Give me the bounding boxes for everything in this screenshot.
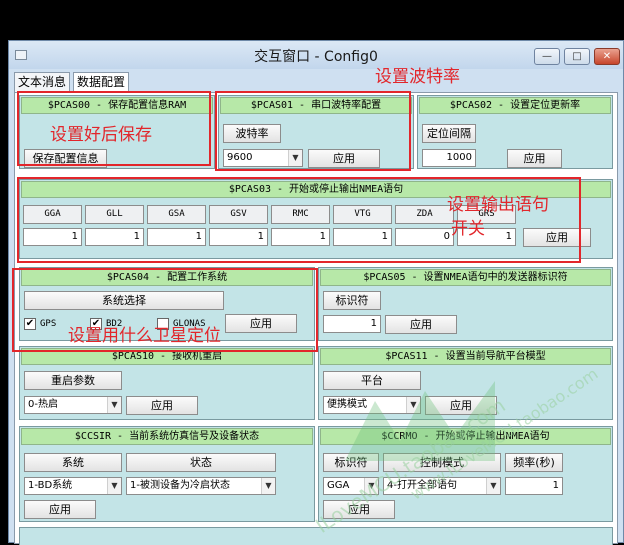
annotation-output-line1: 设置输出语句 xyxy=(447,195,549,215)
annotation-box-baud xyxy=(215,91,411,171)
frequency-input[interactable]: 1 xyxy=(505,477,563,495)
ccsir-apply-button[interactable]: 应用 xyxy=(24,500,96,519)
annotation-baud: 设置波特率 xyxy=(375,67,460,87)
restart-param-value: 0-热启 xyxy=(28,399,58,410)
annotation-output-line2: 开关 xyxy=(451,219,485,239)
maximize-button[interactable]: □ xyxy=(564,48,590,65)
ccsir-status-select[interactable]: 1-被测设备为冷启状态 ▼ xyxy=(126,477,276,495)
update-interval-label[interactable]: 定位间隔 xyxy=(422,124,476,143)
tab-data-config[interactable]: 数据配置 xyxy=(73,72,130,93)
system-column-label[interactable]: 系统 xyxy=(24,453,122,472)
restart-param-select[interactable]: 0-热启 ▼ xyxy=(24,396,122,414)
ccsir-status-value: 1-被测设备为冷启状态 xyxy=(130,480,230,491)
status-column-label[interactable]: 状态 xyxy=(126,453,276,472)
annotation-satellite: 设置用什么卫星定位 xyxy=(68,326,221,346)
panel-header-pcas11: $PCAS11 - 设置当前导航平台模型 xyxy=(320,348,611,365)
chevron-down-icon: ▼ xyxy=(107,397,121,413)
panel-header-ccsir: $CCSIR - 当前系统仿真信号及设备状态 xyxy=(21,428,313,445)
frequency-label[interactable]: 频率(秒) xyxy=(505,453,563,472)
ccrmo-id-value: GGA xyxy=(327,480,350,491)
panel-header-pcas02: $PCAS02 - 设置定位更新率 xyxy=(419,97,611,114)
annotation-save: 设置好后保存 xyxy=(50,125,152,145)
title-bar[interactable]: 交互窗口 - Config0 — □ ✕ xyxy=(9,41,623,69)
panel-ccsir: $CCSIR - 当前系统仿真信号及设备状态 系统 状态 1-BD系统 ▼ 1-被… xyxy=(19,426,315,522)
panel-pcas10: $PCAS10 - 接收机重启 重启参数 0-热启 ▼ 应用 xyxy=(19,346,315,420)
ccsir-system-select[interactable]: 1-BD系统 ▼ xyxy=(24,477,122,495)
talker-id-input[interactable]: 1 xyxy=(323,315,381,333)
restart-param-label[interactable]: 重启参数 xyxy=(24,371,122,390)
annotation-box-output xyxy=(17,177,581,263)
window-title: 交互窗口 - Config0 xyxy=(254,49,378,65)
chevron-down-icon: ▼ xyxy=(486,478,500,494)
pcas02-apply-button[interactable]: 应用 xyxy=(507,149,562,168)
panel-pcas05: $PCAS05 - 设置NMEA语句中的发送器标识符 标识符 1 应用 xyxy=(318,267,613,341)
tab-text-messages[interactable]: 文本消息 xyxy=(14,72,71,92)
panel-bottom-strip xyxy=(19,527,613,545)
close-button[interactable]: ✕ xyxy=(594,48,620,65)
update-interval-input[interactable]: 1000 xyxy=(422,149,476,167)
chevron-down-icon: ▼ xyxy=(261,478,275,494)
pcas05-apply-button[interactable]: 应用 xyxy=(385,315,457,334)
pcas10-apply-button[interactable]: 应用 xyxy=(126,396,198,415)
minimize-button[interactable]: — xyxy=(534,48,560,65)
ccsir-system-value: 1-BD系统 xyxy=(28,480,73,491)
talker-id-label[interactable]: 标识符 xyxy=(323,291,381,310)
panel-pcas02: $PCAS02 - 设置定位更新率 定位间隔 1000 应用 xyxy=(417,95,613,169)
chevron-down-icon: ▼ xyxy=(107,478,121,494)
panel-header-pcas05: $PCAS05 - 设置NMEA语句中的发送器标识符 xyxy=(320,269,611,286)
